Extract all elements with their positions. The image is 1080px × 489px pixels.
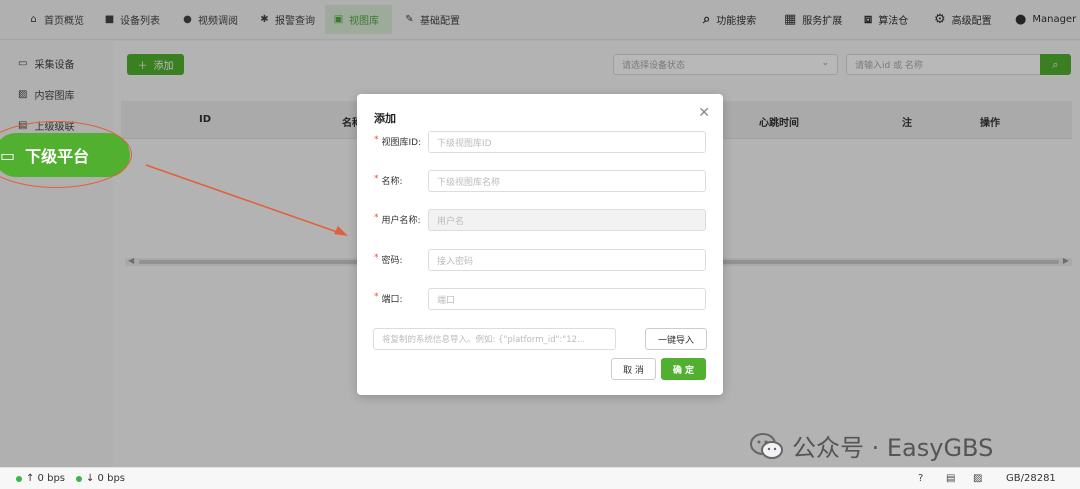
image-icon[interactable]: ▨ <box>973 473 982 484</box>
confirm-button[interactable]: 确 定 <box>661 358 706 380</box>
help-icon[interactable]: ? <box>918 473 923 484</box>
paste-config-input[interactable]: 将复制的系统信息导入。例如: {"platform_id":"12... <box>373 328 616 350</box>
field-label: * 密码: <box>374 253 403 266</box>
form-row-name: * 名称: 下级视图库名称 <box>357 170 723 192</box>
one-click-import-button[interactable]: 一键导入 <box>645 328 707 350</box>
form-row-port: * 端口: 端口 <box>357 288 723 310</box>
username-input[interactable]: 用户名 <box>428 209 706 231</box>
library-id-input[interactable]: 下级视图库ID <box>428 131 706 153</box>
name-input[interactable]: 下级视图库名称 <box>428 170 706 192</box>
form-row-username: * 用户名称: 用户名 <box>357 209 723 231</box>
password-input[interactable]: 接入密码 <box>428 249 706 271</box>
status-dot <box>76 475 82 482</box>
form-row-password: * 密码: 接入密码 <box>357 249 723 271</box>
field-label: * 视图库ID: <box>374 135 422 148</box>
download-rate: ↓ 0 bps <box>76 473 125 484</box>
add-dialog: 添加 ✕ * 视图库ID: 下级视图库ID * 名称: 下级视图库名称 * 用户名称:… <box>357 94 723 395</box>
field-label: * 名称: <box>374 174 403 187</box>
upload-rate: ↑ 0 bps <box>16 473 65 484</box>
cancel-button[interactable]: 取 消 <box>611 358 656 380</box>
watermark: 公众号 · EasyGBS <box>750 428 993 463</box>
status-bar: ↑ 0 bps ↓ 0 bps ? ▤ ▨ GB/28281 <box>0 467 1080 489</box>
field-label: * 用户名称: <box>374 213 421 226</box>
port-input[interactable]: 端口 <box>428 288 706 310</box>
document-icon[interactable]: ▤ <box>946 473 955 484</box>
status-dot <box>16 475 22 482</box>
field-label: * 端口: <box>374 292 403 305</box>
watermark-text: 公众号 · EasyGBS <box>792 434 994 462</box>
dialog-title: 添加 <box>374 112 396 125</box>
form-row-library-id: * 视图库ID: 下级视图库ID <box>357 131 723 153</box>
protocol-text: GB/28281 <box>1006 473 1056 484</box>
close-icon[interactable]: ✕ <box>698 105 710 121</box>
wechat-logo-icon <box>750 432 783 459</box>
